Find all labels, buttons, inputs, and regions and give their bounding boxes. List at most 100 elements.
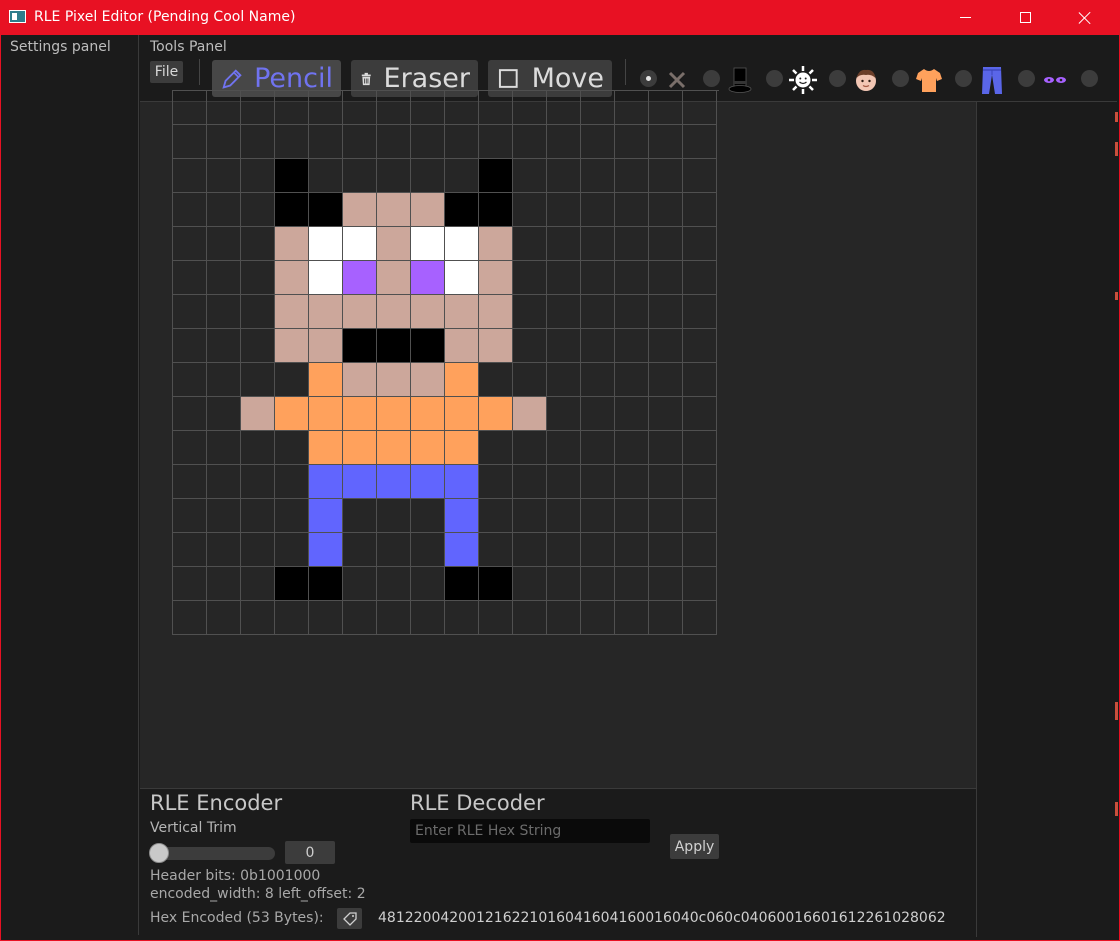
pixel-cell[interactable] bbox=[173, 397, 207, 431]
pixel-cell[interactable] bbox=[207, 465, 241, 499]
pixel-cell[interactable] bbox=[547, 499, 581, 533]
pixel-cell[interactable] bbox=[581, 159, 615, 193]
pixel-cell[interactable] bbox=[275, 125, 309, 159]
pixel-cell[interactable] bbox=[513, 193, 547, 227]
pixel-cell[interactable] bbox=[547, 295, 581, 329]
brush-radio-sun[interactable] bbox=[766, 70, 783, 87]
pixel-cell[interactable] bbox=[649, 193, 683, 227]
pixel-cell[interactable] bbox=[479, 227, 513, 261]
pixel-cell[interactable] bbox=[581, 295, 615, 329]
pixel-cell[interactable] bbox=[411, 431, 445, 465]
rle-hex-input[interactable] bbox=[410, 819, 650, 843]
pixel-cell[interactable] bbox=[581, 227, 615, 261]
pixel-cell[interactable] bbox=[479, 295, 513, 329]
pixel-cell[interactable] bbox=[309, 91, 343, 125]
pixel-cell[interactable] bbox=[649, 499, 683, 533]
pixel-cell[interactable] bbox=[513, 533, 547, 567]
pixel-cell[interactable] bbox=[309, 295, 343, 329]
pixel-cell[interactable] bbox=[173, 465, 207, 499]
pixel-cell[interactable] bbox=[479, 91, 513, 125]
pixel-cell[interactable] bbox=[479, 499, 513, 533]
pixel-cell[interactable] bbox=[241, 91, 275, 125]
pixel-cell[interactable] bbox=[343, 91, 377, 125]
pixel-cell[interactable] bbox=[649, 363, 683, 397]
pixel-cell[interactable] bbox=[581, 601, 615, 635]
pixel-cell[interactable] bbox=[377, 329, 411, 363]
pixel-cell[interactable] bbox=[275, 261, 309, 295]
pixel-cell[interactable] bbox=[343, 397, 377, 431]
pixel-cell[interactable] bbox=[615, 499, 649, 533]
vertical-trim-slider[interactable] bbox=[158, 847, 275, 860]
pixel-cell[interactable] bbox=[683, 159, 717, 193]
pixel-cell[interactable] bbox=[377, 159, 411, 193]
pixel-cell[interactable] bbox=[513, 465, 547, 499]
pixel-cell[interactable] bbox=[615, 363, 649, 397]
pixel-cell[interactable] bbox=[275, 465, 309, 499]
pixel-cell[interactable] bbox=[309, 159, 343, 193]
pixel-cell[interactable] bbox=[411, 329, 445, 363]
pixel-cell[interactable] bbox=[649, 295, 683, 329]
pixel-cell[interactable] bbox=[615, 533, 649, 567]
pixel-cell[interactable] bbox=[479, 329, 513, 363]
pixel-cell[interactable] bbox=[479, 397, 513, 431]
pixel-cell[interactable] bbox=[411, 261, 445, 295]
pixel-cell[interactable] bbox=[513, 329, 547, 363]
pixel-cell[interactable] bbox=[683, 125, 717, 159]
pixel-cell[interactable] bbox=[581, 397, 615, 431]
pixel-cell[interactable] bbox=[241, 261, 275, 295]
pixel-cell[interactable] bbox=[615, 227, 649, 261]
pixel-cell[interactable] bbox=[513, 499, 547, 533]
pixel-cell[interactable] bbox=[547, 125, 581, 159]
eyes-icon[interactable] bbox=[1040, 65, 1070, 95]
pixel-cell[interactable] bbox=[343, 295, 377, 329]
brush-radio-pants[interactable] bbox=[955, 70, 972, 87]
pixel-cell[interactable] bbox=[241, 193, 275, 227]
pixel-cell[interactable] bbox=[513, 159, 547, 193]
pixel-cell[interactable] bbox=[309, 567, 343, 601]
pixel-cell[interactable] bbox=[411, 533, 445, 567]
pixel-cell[interactable] bbox=[309, 533, 343, 567]
pixel-cell[interactable] bbox=[173, 363, 207, 397]
pixel-cell[interactable] bbox=[683, 91, 717, 125]
pixel-cell[interactable] bbox=[649, 601, 683, 635]
pixel-cell[interactable] bbox=[173, 193, 207, 227]
pixel-cell[interactable] bbox=[275, 227, 309, 261]
pixel-cell[interactable] bbox=[547, 227, 581, 261]
pixel-cell[interactable] bbox=[207, 193, 241, 227]
pixel-cell[interactable] bbox=[581, 465, 615, 499]
pixel-cell[interactable] bbox=[615, 329, 649, 363]
pixel-cell[interactable] bbox=[411, 363, 445, 397]
pixel-cell[interactable] bbox=[377, 499, 411, 533]
pixel-cell[interactable] bbox=[377, 227, 411, 261]
pixel-cell[interactable] bbox=[343, 125, 377, 159]
pixel-cell[interactable] bbox=[479, 533, 513, 567]
pixel-cell[interactable] bbox=[513, 261, 547, 295]
pixel-cell[interactable] bbox=[683, 533, 717, 567]
shirt-icon[interactable] bbox=[914, 65, 944, 95]
pixel-cell[interactable] bbox=[207, 499, 241, 533]
pixel-cell[interactable] bbox=[445, 533, 479, 567]
pixel-cell[interactable] bbox=[581, 125, 615, 159]
pixel-cell[interactable] bbox=[411, 567, 445, 601]
pixel-cell[interactable] bbox=[173, 91, 207, 125]
pixel-cell[interactable] bbox=[377, 295, 411, 329]
pixel-cell[interactable] bbox=[615, 567, 649, 601]
pixel-cell[interactable] bbox=[445, 601, 479, 635]
pixel-cell[interactable] bbox=[683, 397, 717, 431]
pixel-cell[interactable] bbox=[649, 227, 683, 261]
pixel-cell[interactable] bbox=[445, 125, 479, 159]
pixel-cell[interactable] bbox=[173, 499, 207, 533]
pixel-cell[interactable] bbox=[411, 91, 445, 125]
pixel-cell[interactable] bbox=[241, 329, 275, 363]
pixel-cell[interactable] bbox=[445, 329, 479, 363]
apply-button[interactable]: Apply bbox=[670, 834, 719, 859]
pixel-cell[interactable] bbox=[377, 91, 411, 125]
top-hat-icon[interactable] bbox=[725, 65, 755, 95]
pixel-cell[interactable] bbox=[513, 227, 547, 261]
pixel-cell[interactable] bbox=[513, 295, 547, 329]
pixel-cell[interactable] bbox=[445, 363, 479, 397]
pixel-cell[interactable] bbox=[649, 397, 683, 431]
pixel-cell[interactable] bbox=[649, 533, 683, 567]
pixel-cell[interactable] bbox=[343, 533, 377, 567]
pixel-cell[interactable] bbox=[479, 125, 513, 159]
